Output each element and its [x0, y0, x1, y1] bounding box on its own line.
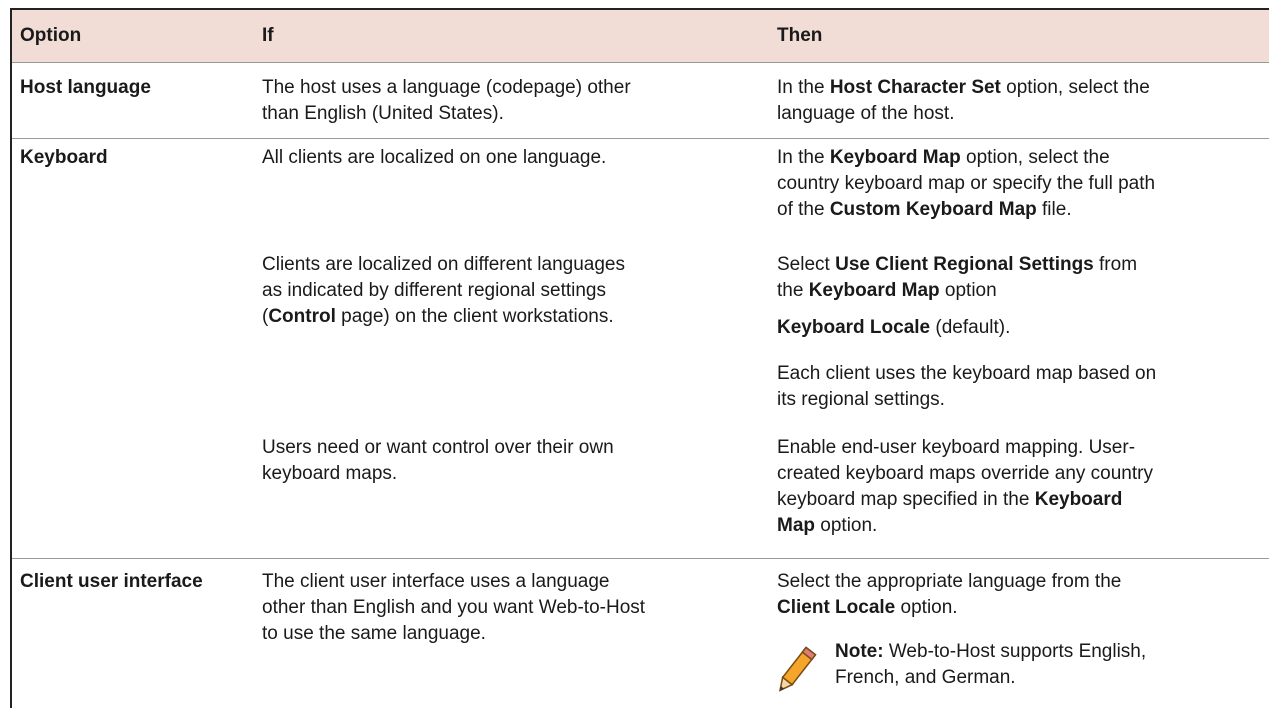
then-text: the Keyboard Map option [777, 280, 997, 301]
then-text: keyboard map specified in the Keyboard [777, 489, 1123, 510]
then-text: Enable end-user keyboard mapping. User- [777, 437, 1136, 458]
row-divider [12, 558, 1269, 559]
if-text: The client user interface uses a languag… [262, 571, 610, 592]
options-table: Option If Then Host language The host us… [10, 8, 1269, 708]
then-text: language of the host. [777, 103, 955, 124]
if-text: to use the same language. [262, 623, 486, 644]
if-text: All clients are localized on one languag… [262, 147, 607, 168]
if-text: other than English and you want Web-to-H… [262, 597, 646, 618]
then-text: In the Keyboard Map option, select the [777, 147, 1110, 168]
header-option: Option [20, 25, 82, 46]
then-text: Select the appropriate language from the [777, 571, 1122, 592]
if-text: Users need or want control over their ow… [262, 437, 614, 458]
row-divider [12, 138, 1269, 139]
option-host-language: Host language [20, 77, 151, 98]
then-text: country keyboard map or specify the full… [777, 173, 1156, 194]
then-text: Client Locale option. [777, 597, 958, 618]
option-client-user-interface: Client user interface [20, 571, 203, 592]
if-text: The host uses a language (codepage) othe… [262, 77, 631, 98]
header-if: If [262, 25, 274, 46]
then-text: Keyboard Locale (default). [777, 317, 1011, 338]
option-keyboard: Keyboard [20, 147, 108, 168]
then-text: Map option. [777, 515, 878, 536]
then-text: its regional settings. [777, 389, 945, 410]
if-text: Clients are localized on different langu… [262, 254, 625, 275]
note-text: Note: Web-to-Host supports English, [835, 641, 1147, 662]
then-text: Each client uses the keyboard map based … [777, 363, 1157, 384]
note-text: French, and German. [835, 667, 1016, 688]
then-text: of the Custom Keyboard Map file. [777, 199, 1072, 220]
then-text: In the Host Character Set option, select… [777, 77, 1150, 98]
header-then: Then [777, 25, 823, 46]
if-text: keyboard maps. [262, 463, 398, 484]
if-text: as indicated by different regional setti… [262, 280, 606, 301]
if-text: than English (United States). [262, 103, 504, 124]
table-header: Option If Then [12, 10, 1269, 63]
pencil-note-icon [778, 646, 817, 692]
then-text: Select Use Client Regional Settings from [777, 254, 1138, 275]
then-text: created keyboard maps override any count… [777, 463, 1153, 484]
if-text: (Control page) on the client workstation… [262, 306, 614, 327]
